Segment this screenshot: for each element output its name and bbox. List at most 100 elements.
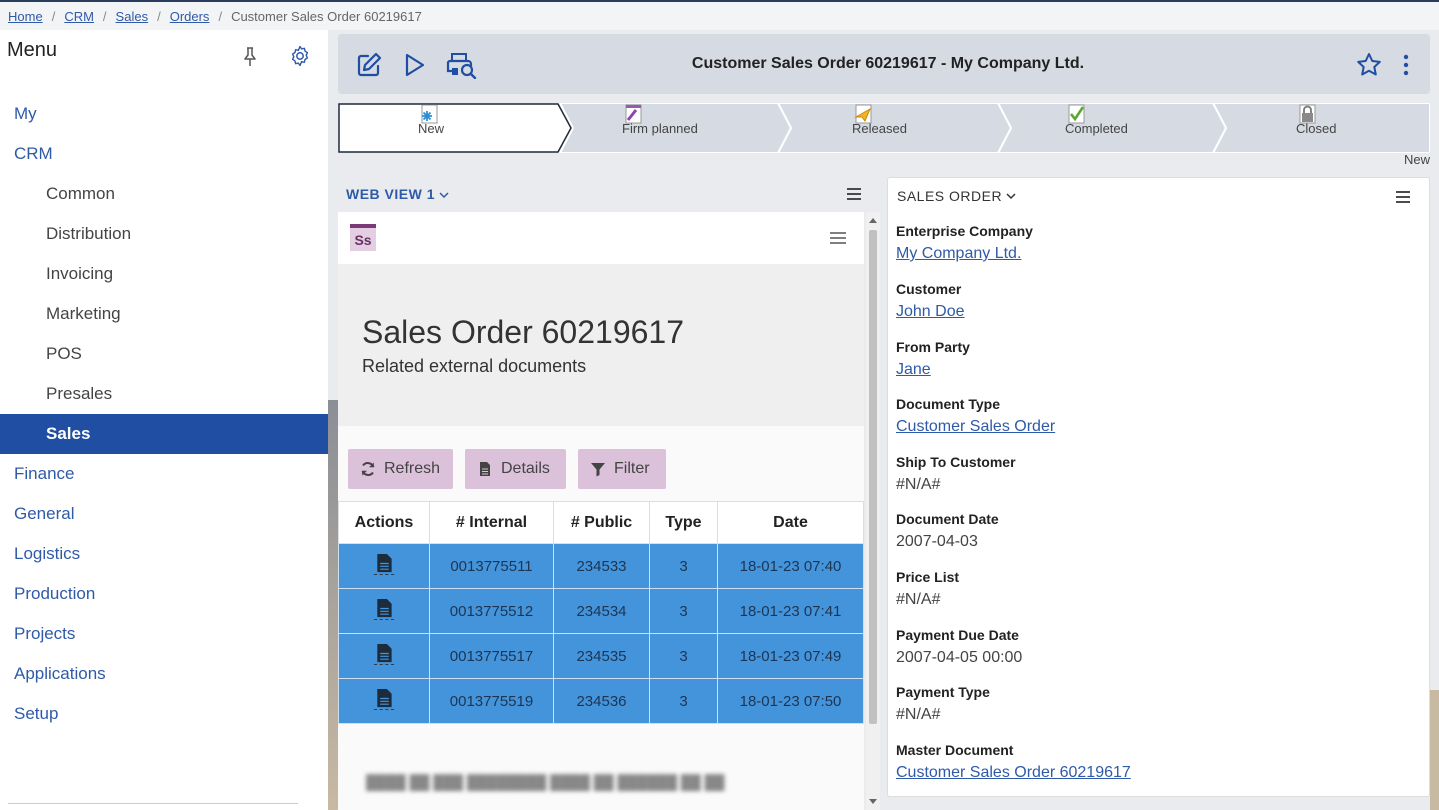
- sidebar-item-logistics[interactable]: Logistics: [0, 534, 328, 574]
- column-header-date[interactable]: Date: [717, 501, 864, 544]
- nav-menu: My CRM Common Distribution Invoicing Mar…: [0, 94, 328, 734]
- pin-icon[interactable]: [240, 46, 260, 68]
- column-header-type[interactable]: Type: [649, 501, 718, 544]
- document-icon[interactable]: [374, 553, 394, 575]
- row-action-cell: [338, 588, 430, 634]
- date-cell: 18-01-23 07:41: [717, 588, 864, 634]
- field-value-link[interactable]: My Company Ltd.: [896, 245, 1033, 263]
- field-value-link[interactable]: John Doe: [896, 303, 965, 321]
- flow-step-completed[interactable]: Completed: [1065, 103, 1128, 153]
- document-icon[interactable]: [374, 643, 394, 665]
- completed-icon: [1068, 104, 1085, 124]
- web-view-title[interactable]: WEB VIEW 1: [346, 186, 449, 202]
- blurred-footer: ████ ██ ███ ████████ ████ ██ ██████ ██ █…: [366, 774, 725, 790]
- flow-step-new[interactable]: New: [418, 103, 444, 153]
- field-value-link[interactable]: Jane: [896, 361, 970, 379]
- sidebar-item-applications[interactable]: Applications: [0, 654, 328, 694]
- breadcrumb-separator: /: [51, 8, 56, 24]
- breadcrumb: Home / CRM / Sales / Orders / Customer S…: [0, 2, 1439, 30]
- star-icon[interactable]: [1355, 51, 1383, 79]
- table-row[interactable]: 0013775519 234536 3 18-01-23 07:50: [338, 678, 864, 724]
- sidebar-item-common[interactable]: Common: [0, 174, 328, 214]
- field-value-link[interactable]: Customer Sales Order: [896, 418, 1055, 436]
- sidebar-item-distribution[interactable]: Distribution: [0, 214, 328, 254]
- field-label: Payment Due Date: [896, 627, 1019, 643]
- row-action-cell: [338, 633, 430, 679]
- details-button[interactable]: Details: [465, 449, 566, 489]
- refresh-button[interactable]: Refresh: [348, 449, 453, 489]
- breadcrumb-current: Customer Sales Order 60219617: [231, 8, 422, 24]
- refresh-icon: [361, 462, 375, 476]
- row-action-cell: [338, 543, 430, 589]
- toolbar: Customer Sales Order 60219617 - My Compa…: [338, 34, 1430, 94]
- breadcrumb-separator: /: [102, 8, 107, 24]
- hamburger-icon[interactable]: [830, 232, 846, 244]
- filter-button[interactable]: Filter: [578, 449, 666, 489]
- field-value: #N/A#: [896, 476, 941, 493]
- web-view-title-label: WEB VIEW 1: [346, 186, 436, 202]
- sidebar-item-finance[interactable]: Finance: [0, 454, 328, 494]
- field-price-list: Price List #N/A#: [896, 569, 959, 609]
- gear-icon[interactable]: [288, 44, 312, 68]
- table-row[interactable]: 0013775512 234534 3 18-01-23 07:41: [338, 588, 864, 634]
- sidebar-item-presales[interactable]: Presales: [0, 374, 328, 414]
- web-view-frame: Ss Sales Order 60219617 Related external…: [338, 212, 864, 810]
- column-header-public[interactable]: # Public: [553, 501, 650, 544]
- column-header-actions[interactable]: Actions: [338, 501, 430, 544]
- sidebar-item-projects[interactable]: Projects: [0, 614, 328, 654]
- field-payment-type: Payment Type #N/A#: [896, 684, 990, 724]
- status-flow: New Firm planned Released Completed Clos…: [338, 103, 1430, 153]
- field-customer: Customer John Doe: [896, 281, 965, 321]
- scroll-up-arrow[interactable]: [869, 218, 877, 223]
- breadcrumb-home[interactable]: Home: [8, 9, 43, 24]
- web-view-topbar: Ss: [338, 212, 864, 264]
- document-icon[interactable]: [374, 688, 394, 710]
- flow-step-released[interactable]: Released: [852, 103, 907, 153]
- sidebar-item-setup[interactable]: Setup: [0, 694, 328, 734]
- document-icon[interactable]: [374, 598, 394, 620]
- breadcrumb-separator: /: [157, 8, 161, 24]
- sidebar-item-my[interactable]: My: [0, 94, 328, 134]
- field-ship-to-customer: Ship To Customer #N/A#: [896, 454, 1016, 494]
- table-row[interactable]: 0013775517 234535 3 18-01-23 07:49: [338, 633, 864, 679]
- documents-table: Actions # Internal # Public Type Date 00…: [338, 501, 864, 724]
- field-document-type: Document Type Customer Sales Order: [896, 396, 1055, 436]
- sidebar-item-marketing[interactable]: Marketing: [0, 294, 328, 334]
- date-cell: 18-01-23 07:50: [717, 678, 864, 724]
- firm-planned-icon: [625, 104, 642, 124]
- breadcrumb-orders[interactable]: Orders: [170, 9, 210, 24]
- scroll-down-arrow[interactable]: [869, 799, 877, 804]
- table-row[interactable]: 0013775511 234533 3 18-01-23 07:40: [338, 543, 864, 589]
- breadcrumb-separator: /: [218, 8, 223, 24]
- breadcrumb-crm[interactable]: CRM: [64, 9, 94, 24]
- sidebar-item-pos[interactable]: POS: [0, 334, 328, 374]
- sidebar-item-production[interactable]: Production: [0, 574, 328, 614]
- filter-label: Filter: [614, 460, 650, 477]
- edit-icon[interactable]: [355, 51, 383, 79]
- internal-number-cell: 0013775512: [429, 588, 554, 634]
- flow-step-closed[interactable]: Closed: [1296, 103, 1336, 153]
- sidebar-item-invoicing[interactable]: Invoicing: [0, 254, 328, 294]
- column-header-internal[interactable]: # Internal: [429, 501, 554, 544]
- page-title: Sales Order 60219617: [362, 314, 684, 350]
- field-value-link[interactable]: Customer Sales Order 60219617: [896, 764, 1131, 782]
- sidebar-item-general[interactable]: General: [0, 494, 328, 534]
- scroll-thumb[interactable]: [869, 230, 877, 724]
- field-label: Ship To Customer: [896, 454, 1016, 470]
- print-preview-icon[interactable]: [446, 51, 478, 79]
- released-icon: [854, 104, 872, 124]
- sidebar-item-crm[interactable]: CRM: [0, 134, 328, 174]
- sidebar-item-sales[interactable]: Sales: [0, 414, 328, 454]
- flow-step-firm-planned[interactable]: Firm planned: [622, 103, 698, 153]
- field-label: Price List: [896, 569, 960, 585]
- web-view-menu-icon[interactable]: [846, 187, 862, 201]
- play-icon[interactable]: [400, 51, 428, 79]
- web-view-scrollbar[interactable]: [866, 212, 880, 810]
- breadcrumb-sales[interactable]: Sales: [116, 9, 149, 24]
- more-options-icon[interactable]: [1398, 51, 1414, 79]
- field-label: Document Type: [896, 396, 1000, 412]
- sidebar: Menu My CRM Common Distribution Invoicin…: [0, 30, 328, 810]
- sales-order-title[interactable]: SALES ORDER: [897, 188, 1016, 204]
- sales-order-menu-icon[interactable]: [1395, 190, 1411, 204]
- field-label: Customer: [896, 281, 962, 297]
